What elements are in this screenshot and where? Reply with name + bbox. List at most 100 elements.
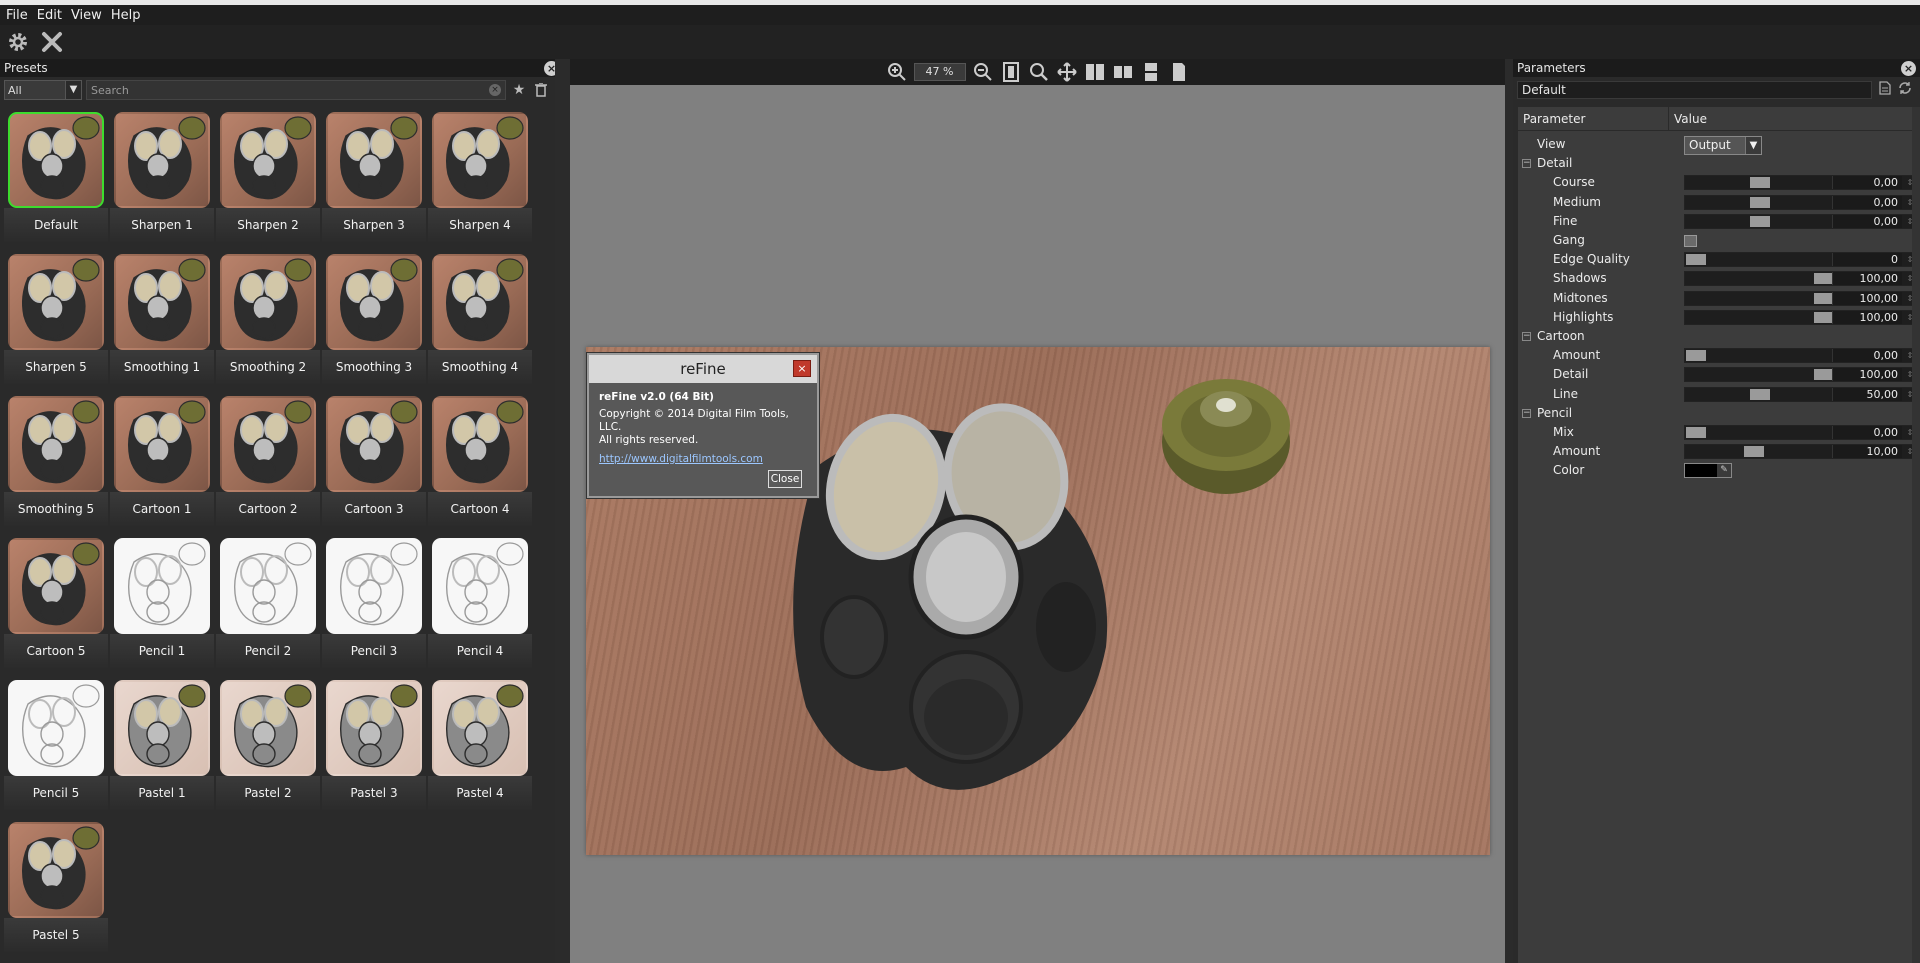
preset-search-input[interactable]: Search × — [86, 80, 506, 100]
preset-preview-image[interactable] — [8, 112, 104, 208]
preset-preview-image[interactable] — [432, 396, 528, 492]
zoom-out-icon[interactable] — [972, 61, 994, 83]
close-button[interactable]: Close — [768, 470, 802, 488]
preset-thumbnail[interactable]: Sharpen 3 — [322, 112, 426, 242]
presets-scrollbar[interactable] — [555, 59, 563, 963]
param-slider[interactable]: 0,00 ⇕ — [1684, 213, 1917, 229]
param-slider[interactable]: 10,00 ⇕ — [1684, 444, 1917, 460]
preset-label[interactable]: Sharpen 3 — [322, 208, 426, 242]
param-value-field[interactable]: 0,00 — [1832, 214, 1902, 228]
slider-handle[interactable] — [1814, 311, 1834, 323]
preset-thumbnail[interactable]: Pencil 3 — [322, 538, 426, 668]
param-slider[interactable]: 100,00 ⇕ — [1684, 271, 1917, 287]
split-vertical-icon[interactable] — [1084, 61, 1106, 83]
preset-preview-image[interactable] — [326, 680, 422, 776]
preset-thumbnail[interactable]: Pastel 2 — [216, 680, 320, 810]
color-swatch[interactable]: ✎ — [1684, 463, 1732, 479]
preset-thumbnail[interactable]: Smoothing 2 — [216, 254, 320, 384]
preset-preview-image[interactable] — [326, 396, 422, 492]
preset-label[interactable]: Pastel 3 — [322, 776, 426, 810]
preset-preview-image[interactable] — [220, 396, 316, 492]
preset-thumbnail[interactable]: Cartoon 2 — [216, 396, 320, 526]
preset-thumbnail[interactable]: Cartoon 3 — [322, 396, 426, 526]
zoom-in-icon[interactable] — [886, 61, 908, 83]
preset-preview-image[interactable] — [114, 254, 210, 350]
preset-thumbnail[interactable]: Sharpen 1 — [110, 112, 214, 242]
preset-label[interactable]: Sharpen 2 — [216, 208, 320, 242]
preset-preview-image[interactable] — [8, 822, 104, 918]
preset-preview-image[interactable] — [8, 538, 104, 634]
preset-preview-image[interactable] — [326, 254, 422, 350]
preset-label[interactable]: Pastel 5 — [4, 918, 108, 952]
preset-preview-image[interactable] — [220, 538, 316, 634]
preset-label[interactable]: Pencil 5 — [4, 776, 108, 810]
preset-thumbnail[interactable]: Pastel 4 — [428, 680, 532, 810]
slider-handle[interactable] — [1814, 273, 1834, 285]
param-value-field[interactable]: 100,00 — [1832, 368, 1902, 382]
star-icon[interactable]: ★ — [510, 80, 528, 100]
param-value-field[interactable]: 0 — [1832, 253, 1902, 267]
slider-handle[interactable] — [1750, 177, 1770, 189]
preset-label[interactable]: Sharpen 5 — [4, 350, 108, 384]
preset-thumbnail[interactable]: Default — [4, 112, 108, 242]
preset-thumbnail[interactable]: Smoothing 5 — [4, 396, 108, 526]
preset-name-field[interactable]: Default — [1517, 81, 1872, 99]
preset-label[interactable]: Sharpen 1 — [110, 208, 214, 242]
param-value-field[interactable]: 100,00 — [1832, 272, 1902, 286]
eyedropper-icon[interactable]: ✎ — [1717, 464, 1731, 478]
preset-preview-image[interactable] — [114, 680, 210, 776]
parameters-scrollbar[interactable] — [1912, 107, 1920, 963]
preset-label[interactable]: Cartoon 3 — [322, 492, 426, 526]
param-slider[interactable]: 0,00 ⇕ — [1684, 194, 1917, 210]
param-slider[interactable]: 100,00 ⇕ — [1684, 290, 1917, 306]
preset-preview-image[interactable] — [220, 254, 316, 350]
preset-label[interactable]: Cartoon 1 — [110, 492, 214, 526]
side-by-side-icon[interactable] — [1112, 61, 1134, 83]
preset-preview-image[interactable] — [114, 538, 210, 634]
preset-label[interactable]: Cartoon 4 — [428, 492, 532, 526]
reset-icon[interactable] — [1896, 81, 1914, 99]
preset-label[interactable]: Smoothing 3 — [322, 350, 426, 384]
view-select[interactable]: Output ▼ — [1684, 136, 1762, 155]
menu-file[interactable]: File — [6, 8, 28, 23]
preset-thumbnail[interactable]: Sharpen 2 — [216, 112, 320, 242]
preset-thumbnail[interactable]: Pencil 2 — [216, 538, 320, 668]
preset-thumbnail[interactable]: Cartoon 1 — [110, 396, 214, 526]
preset-preview-image[interactable] — [326, 112, 422, 208]
preset-label[interactable]: Smoothing 1 — [110, 350, 214, 384]
preset-label[interactable]: Smoothing 5 — [4, 492, 108, 526]
param-value-field[interactable]: 100,00 — [1832, 291, 1902, 305]
param-slider[interactable]: 0,00 ⇕ — [1684, 175, 1917, 191]
preset-label[interactable]: Default — [4, 208, 108, 242]
param-value-field[interactable]: 100,00 — [1832, 310, 1902, 324]
dialog-close-icon[interactable]: × — [793, 360, 811, 377]
slider-handle[interactable] — [1750, 215, 1770, 227]
gang-checkbox[interactable] — [1684, 235, 1697, 247]
preset-label[interactable]: Smoothing 4 — [428, 350, 532, 384]
preset-thumbnail[interactable]: Pastel 5 — [4, 822, 108, 952]
slider-handle[interactable] — [1814, 292, 1834, 304]
preset-thumbnail[interactable]: Pastel 1 — [110, 680, 214, 810]
image-viewer[interactable] — [570, 85, 1505, 963]
preset-label[interactable]: Sharpen 4 — [428, 208, 532, 242]
save-preset-icon[interactable] — [1876, 81, 1894, 99]
preset-preview-image[interactable] — [432, 680, 528, 776]
preset-label[interactable]: Smoothing 2 — [216, 350, 320, 384]
collapse-icon[interactable]: − — [1522, 332, 1531, 341]
preset-preview-image[interactable] — [8, 254, 104, 350]
param-slider[interactable]: 100,00 ⇕ — [1684, 309, 1917, 325]
slider-handle[interactable] — [1750, 388, 1770, 400]
param-value-field[interactable]: 50,00 — [1832, 387, 1902, 401]
split-horizontal-icon[interactable] — [1140, 61, 1162, 83]
preset-thumbnail[interactable]: Cartoon 5 — [4, 538, 108, 668]
preset-thumbnail[interactable]: Cartoon 4 — [428, 396, 532, 526]
preset-label[interactable]: Pencil 2 — [216, 634, 320, 668]
parameters-close-icon[interactable]: × — [1901, 60, 1916, 76]
param-value-field[interactable]: 0,00 — [1832, 176, 1902, 190]
close-icon[interactable] — [39, 29, 65, 55]
param-value-field[interactable]: 0,00 — [1832, 195, 1902, 209]
preset-preview-image[interactable] — [220, 680, 316, 776]
preset-label[interactable]: Cartoon 5 — [4, 634, 108, 668]
website-link[interactable]: http://www.digitalfilmtools.com — [599, 453, 807, 466]
preset-thumbnail[interactable]: Smoothing 3 — [322, 254, 426, 384]
